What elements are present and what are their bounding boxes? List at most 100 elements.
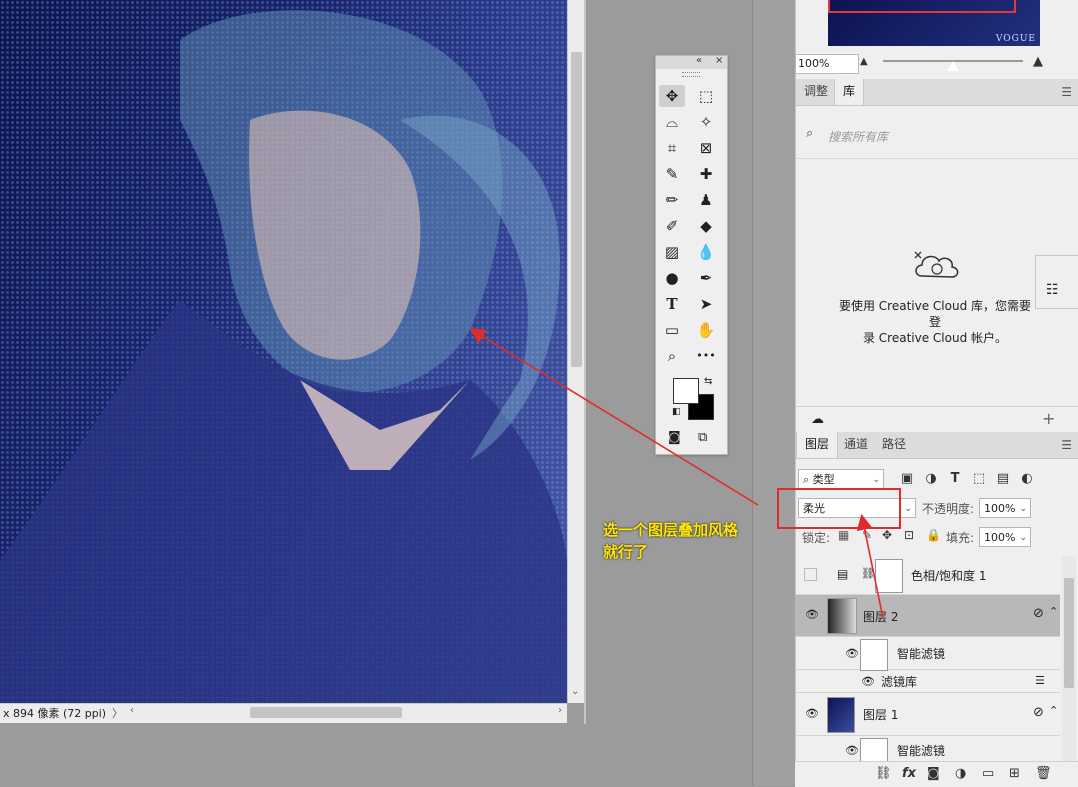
layer-thumbnail[interactable] [827, 598, 857, 634]
drag-grip[interactable] [682, 72, 700, 77]
chevron-up-icon[interactable]: ⌃ [1049, 605, 1058, 618]
eye-icon[interactable]: 👁 [861, 675, 875, 688]
tab-layers[interactable]: 图层 [796, 432, 839, 458]
visibility-toggle-off[interactable] [804, 568, 817, 581]
scrollbar-thumb[interactable] [250, 707, 402, 718]
link-layers-icon[interactable]: ⛓ [875, 766, 892, 781]
layer-row-hue-saturation[interactable]: ▤ ⛓ 色相/饱和度 1 [795, 556, 1060, 595]
link-icon[interactable]: ⛓ [861, 567, 875, 580]
tab-channels[interactable]: 通道 [836, 432, 876, 458]
properties-sliders-icon[interactable]: ☷ [1046, 282, 1059, 298]
library-search[interactable]: ⌕ 搜索所有库 [800, 123, 1070, 147]
filter-gallery-row[interactable]: 👁 滤镜库 ☰ [795, 670, 1060, 693]
eye-icon[interactable]: 👁 [805, 707, 819, 720]
tab-adjustments[interactable]: 调整 [796, 79, 836, 105]
filter-type-icon[interactable]: T [946, 469, 964, 489]
eye-icon[interactable]: 👁 [845, 647, 859, 660]
history-brush-icon[interactable]: ✐ [659, 215, 685, 237]
default-colors-icon[interactable]: ◧ [672, 407, 681, 417]
close-icon[interactable]: × [715, 55, 723, 66]
lock-all-icon[interactable]: 🔒 [926, 528, 941, 542]
fx-icon[interactable]: fx [902, 766, 916, 781]
dodge-icon[interactable]: ● [659, 267, 685, 289]
tools-panel-header[interactable]: « × [656, 55, 727, 69]
layer-name[interactable]: 图层 1 [863, 706, 898, 723]
zoom-input[interactable]: 100% [795, 54, 859, 74]
lock-position-icon[interactable]: ✥ [882, 528, 892, 542]
filter-toggle-icon[interactable]: ◐ [1018, 469, 1036, 489]
layer-row-layer1[interactable]: 👁 图层 1 ⊘ ⌃ [795, 693, 1060, 736]
eraser-icon[interactable]: ◆ [693, 215, 719, 237]
smart-filters-row[interactable]: 👁 智能滤镜 [795, 736, 1060, 763]
zoom-out-mountain-icon[interactable]: ▲ [860, 56, 868, 67]
filter-adjustment-icon[interactable]: ◑ [922, 469, 940, 489]
filter-pixel-icon[interactable]: ▣ [898, 469, 916, 489]
pen-icon[interactable]: ✒ [693, 267, 719, 289]
foreground-color-swatch[interactable] [673, 378, 699, 404]
new-layer-icon[interactable]: ⊞ [1009, 766, 1020, 781]
canvas-vertical-scrollbar[interactable]: ⌄ [567, 0, 585, 703]
move-icon[interactable]: ✥ [659, 85, 685, 107]
scroll-left-arrow[interactable]: ‹ [130, 705, 134, 716]
status-menu-arrow[interactable]: 〉 [112, 704, 123, 723]
library-search-placeholder[interactable]: 搜索所有库 [828, 128, 888, 145]
gradient-icon[interactable]: ▨ [659, 241, 685, 263]
swap-colors-icon[interactable]: ⇆ [704, 376, 712, 387]
eye-icon[interactable]: 👁 [845, 744, 859, 757]
lock-transparency-icon[interactable]: ▦ [838, 528, 849, 542]
add-icon[interactable]: + [1042, 409, 1055, 428]
panel-menu-icon[interactable]: ☰ [1061, 438, 1072, 452]
scrollbar-thumb[interactable] [1064, 578, 1074, 688]
smart-filter-mask-thumbnail[interactable] [860, 639, 888, 671]
collapsed-properties-panel[interactable]: ☷ [1035, 255, 1078, 309]
screen-mode-icon[interactable]: ⧉ [698, 430, 707, 445]
chevron-up-icon[interactable]: ⌃ [1049, 704, 1058, 717]
healing-brush-icon[interactable]: ✚ [693, 163, 719, 185]
marquee-icon[interactable]: ⬚ [693, 85, 719, 107]
fill-input[interactable]: 100% ⌄ [979, 527, 1031, 547]
eye-icon[interactable]: 👁 [805, 608, 819, 621]
tab-paths[interactable]: 路径 [874, 432, 914, 458]
group-folder-icon[interactable]: ▭ [982, 766, 994, 781]
type-icon[interactable]: T [659, 293, 685, 315]
document-canvas[interactable] [0, 0, 567, 703]
crop-icon[interactable]: ⌗ [659, 137, 685, 159]
smart-filter-mask-thumbnail[interactable] [860, 738, 888, 763]
layer-name[interactable]: 色相/饱和度 1 [911, 567, 987, 584]
layer-mask-thumbnail[interactable] [875, 559, 903, 593]
stamp-icon[interactable]: ♟ [693, 189, 719, 211]
lock-brush-icon[interactable]: ✎ [862, 528, 872, 542]
quick-mask-icon[interactable]: ◙ [668, 430, 681, 445]
rectangle-icon[interactable]: ▭ [659, 319, 685, 341]
smart-filters-label[interactable]: 智能滤镜 [897, 645, 945, 662]
smart-filters-row[interactable]: 👁 智能滤镜 [795, 637, 1060, 671]
scroll-down-arrow[interactable]: ⌄ [571, 686, 579, 697]
smart-filter-options-icon[interactable]: ⊘ [1033, 705, 1044, 720]
navigator-thumbnail[interactable]: VOGUE [828, 0, 1040, 46]
layers-scrollbar[interactable] [1062, 556, 1076, 761]
cloud-sync-icon[interactable]: ☁ [811, 412, 824, 427]
lasso-icon[interactable]: ⌓ [659, 111, 685, 133]
path-selection-icon[interactable]: ➤ [693, 293, 719, 315]
add-mask-icon[interactable]: ◙ [927, 766, 940, 781]
hand-icon[interactable]: ✋ [693, 319, 719, 341]
smart-filter-options-icon[interactable]: ⊘ [1033, 606, 1044, 621]
opacity-input[interactable]: 100% ⌄ [979, 498, 1031, 518]
lock-artboard-icon[interactable]: ⊡ [904, 528, 914, 542]
layer-filter-select[interactable]: ⌕ 类型 ⌄ [798, 469, 884, 489]
collapse-icon[interactable]: « [696, 55, 702, 66]
filter-shape-icon[interactable]: ⬚ [970, 469, 988, 489]
frame-icon[interactable]: ⊠ [693, 137, 719, 159]
navigator-view-box[interactable] [828, 0, 1016, 13]
eyedropper-icon[interactable]: ✎ [659, 163, 685, 185]
scrollbar-thumb[interactable] [571, 52, 582, 367]
layer-thumbnail[interactable] [827, 697, 855, 733]
filter-smart-object-icon[interactable]: ▤ [994, 469, 1012, 489]
blending-options-icon[interactable]: ☰ [1035, 674, 1045, 687]
trash-icon[interactable]: 🗑 [1035, 766, 1052, 781]
filter-name[interactable]: 滤镜库 [881, 673, 917, 690]
layer-row-layer2[interactable]: 👁 图层 2 ⊘ ⌃ [795, 595, 1060, 637]
blur-icon[interactable]: 💧 [693, 241, 719, 263]
zoom-icon[interactable]: ⌕ [659, 345, 685, 367]
magic-wand-icon[interactable]: ✧ [693, 111, 719, 133]
